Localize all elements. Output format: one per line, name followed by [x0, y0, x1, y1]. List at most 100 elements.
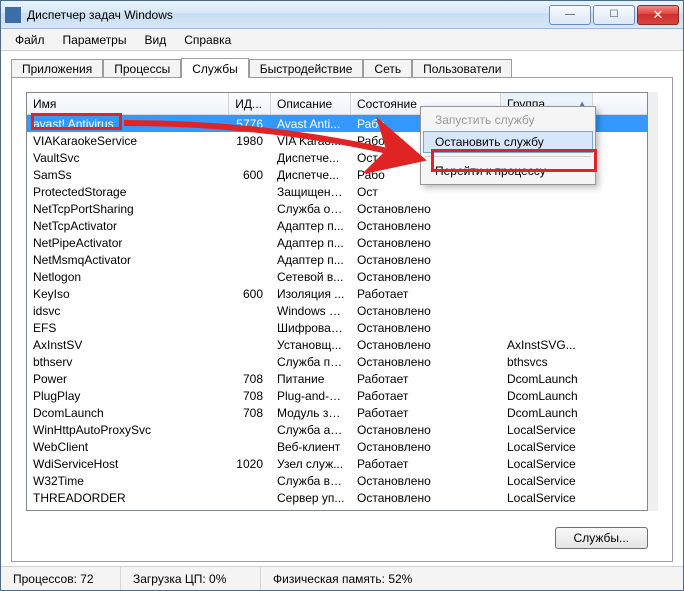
vertical-scrollbar[interactable] — [648, 92, 658, 511]
table-row[interactable]: WinHttpAutoProxySvcСлужба ав...Остановле… — [27, 421, 647, 438]
table-row[interactable]: WdiServiceHost1020Узел служ...РаботаетLo… — [27, 455, 647, 472]
header-id[interactable]: ИД... — [229, 93, 271, 114]
cell-desc: Служба об... — [271, 202, 351, 216]
cell-group: LocalService — [501, 474, 593, 488]
cell-name: Netlogon — [27, 270, 229, 284]
task-manager-window: Диспетчер задач Windows — ☐ ✕ Файл Парам… — [0, 0, 684, 591]
ctx-start-service: Запустить службу — [423, 109, 593, 131]
cell-state: Остановлено — [351, 270, 501, 284]
cell-desc: Узел служ... — [271, 457, 351, 471]
table-row[interactable]: Netlogon Сетевой в...Остановлено — [27, 268, 647, 285]
table-row[interactable]: AxInstSVУстановщ...ОстановленоAxInstSVG.… — [27, 336, 647, 353]
cell-desc: Модуль за... — [271, 406, 351, 420]
cell-state: Остановлено — [351, 253, 501, 267]
table-row[interactable]: bthservСлужба по...Остановленоbthsvcs — [27, 353, 647, 370]
cell-desc: Адаптер п... — [271, 236, 351, 250]
cell-state: Остановлено — [351, 440, 501, 454]
cell-group: LocalService — [501, 423, 593, 437]
cell-name: W32Time — [27, 474, 229, 488]
tab-networking[interactable]: Сеть — [363, 59, 412, 78]
tab-applications[interactable]: Приложения — [11, 59, 103, 78]
cell-name: NetTcpPortSharing — [27, 202, 229, 216]
minimize-button[interactable]: — — [549, 5, 591, 25]
cell-name: ProtectedStorage — [27, 185, 229, 199]
table-row[interactable]: NetMsmqActivatorАдаптер п...Остановлено — [27, 251, 647, 268]
cell-desc: Сервер уп... — [271, 491, 351, 505]
cell-name: PlugPlay — [27, 389, 229, 403]
cell-desc: Avast Anti... — [271, 117, 351, 131]
cell-desc: VIA Karao... — [271, 134, 351, 148]
table-row[interactable]: idsvcWindows C...Остановлено — [27, 302, 647, 319]
table-row[interactable]: WebClientВеб-клиентОстановленоLocalServi… — [27, 438, 647, 455]
cell-id: 708 — [229, 389, 271, 403]
header-desc[interactable]: Описание — [271, 93, 351, 114]
cell-group: DcomLaunch — [501, 389, 593, 403]
table-row[interactable]: EFSШифрован...Остановлено — [27, 319, 647, 336]
services-panel: Имя ИД... Описание Состояние Группа ▲ av… — [11, 77, 673, 562]
cell-desc: Адаптер п... — [271, 219, 351, 233]
cell-desc: Веб-клиент — [271, 440, 351, 454]
table-row[interactable]: ProtectedStorage Защищенн...Ост — [27, 183, 647, 200]
ctx-goto-process[interactable]: Перейти к процессу — [423, 160, 593, 182]
cell-state: Остановлено — [351, 355, 501, 369]
cell-state: Работает — [351, 406, 501, 420]
cell-name: VIAKaraokeService — [27, 134, 229, 148]
tab-users[interactable]: Пользователи — [412, 59, 512, 78]
cell-state: Ост — [351, 185, 501, 199]
cell-desc: Служба по... — [271, 355, 351, 369]
cell-id: 708 — [229, 406, 271, 420]
cell-name: NetPipeActivator — [27, 236, 229, 250]
tab-services[interactable]: Службы — [181, 58, 248, 78]
cell-desc: Диспетче... — [271, 151, 351, 165]
cell-group: LocalService — [501, 440, 593, 454]
close-button[interactable]: ✕ — [637, 5, 679, 25]
context-menu[interactable]: Запустить службу Остановить службу Перей… — [420, 106, 596, 185]
cell-group: AxInstSVG... — [501, 338, 593, 352]
table-row[interactable]: NetPipeActivatorАдаптер п...Остановлено — [27, 234, 647, 251]
table-row[interactable]: W32TimeСлужба вр...ОстановленоLocalServi… — [27, 472, 647, 489]
cell-state: Остановлено — [351, 491, 501, 505]
client-area: Приложения Процессы Службы Быстродействи… — [1, 51, 683, 566]
table-row[interactable]: KeyIso600Изоляция ...Работает — [27, 285, 647, 302]
status-memory: Физическая память: 52% — [261, 567, 683, 590]
services-button[interactable]: Службы... — [555, 527, 648, 549]
cell-id: 1980 — [229, 134, 271, 148]
cell-name: EFS — [27, 321, 229, 335]
menu-help[interactable]: Справка — [176, 31, 239, 49]
cell-name: THREADORDER — [27, 491, 229, 505]
tab-performance[interactable]: Быстродействие — [249, 59, 364, 78]
table-row[interactable]: THREADORDERСервер уп...ОстановленоLocalS… — [27, 489, 647, 506]
cell-name: VaultSvc — [27, 151, 229, 165]
ctx-stop-service[interactable]: Остановить службу — [423, 131, 593, 153]
cell-id: 600 — [229, 168, 271, 182]
cell-id: 600 — [229, 287, 271, 301]
header-name[interactable]: Имя — [27, 93, 229, 114]
cell-state: Работает — [351, 457, 501, 471]
table-row[interactable]: NetTcpPortSharingСлужба об...Остановлено — [27, 200, 647, 217]
cell-name: idsvc — [27, 304, 229, 318]
menu-file[interactable]: Файл — [7, 31, 53, 49]
cell-id: 1020 — [229, 457, 271, 471]
table-row[interactable]: Power708ПитаниеРаботаетDcomLaunch — [27, 370, 647, 387]
table-row[interactable]: PlugPlay708Plug-and-PlayРаботаетDcomLaun… — [27, 387, 647, 404]
cell-name: AxInstSV — [27, 338, 229, 352]
table-row[interactable]: DcomLaunch708Модуль за...РаботаетDcomLau… — [27, 404, 647, 421]
cell-group: DcomLaunch — [501, 372, 593, 386]
titlebar[interactable]: Диспетчер задач Windows — ☐ ✕ — [1, 1, 683, 29]
cell-state: Остановлено — [351, 219, 501, 233]
tab-row: Приложения Процессы Службы Быстродействи… — [11, 55, 673, 77]
cell-state: Остановлено — [351, 338, 501, 352]
cell-desc: Шифрован... — [271, 321, 351, 335]
menu-view[interactable]: Вид — [136, 31, 174, 49]
tab-processes[interactable]: Процессы — [103, 59, 181, 78]
cell-name: SamSs — [27, 168, 229, 182]
cell-desc: Windows C... — [271, 304, 351, 318]
maximize-button[interactable]: ☐ — [593, 5, 635, 25]
cell-name: Power — [27, 372, 229, 386]
cell-name: WinHttpAutoProxySvc — [27, 423, 229, 437]
cell-desc: Защищенн... — [271, 185, 351, 199]
menu-options[interactable]: Параметры — [55, 31, 135, 49]
table-row[interactable]: NetTcpActivatorАдаптер п...Остановлено — [27, 217, 647, 234]
app-icon — [5, 7, 21, 23]
cell-desc: Сетевой в... — [271, 270, 351, 284]
